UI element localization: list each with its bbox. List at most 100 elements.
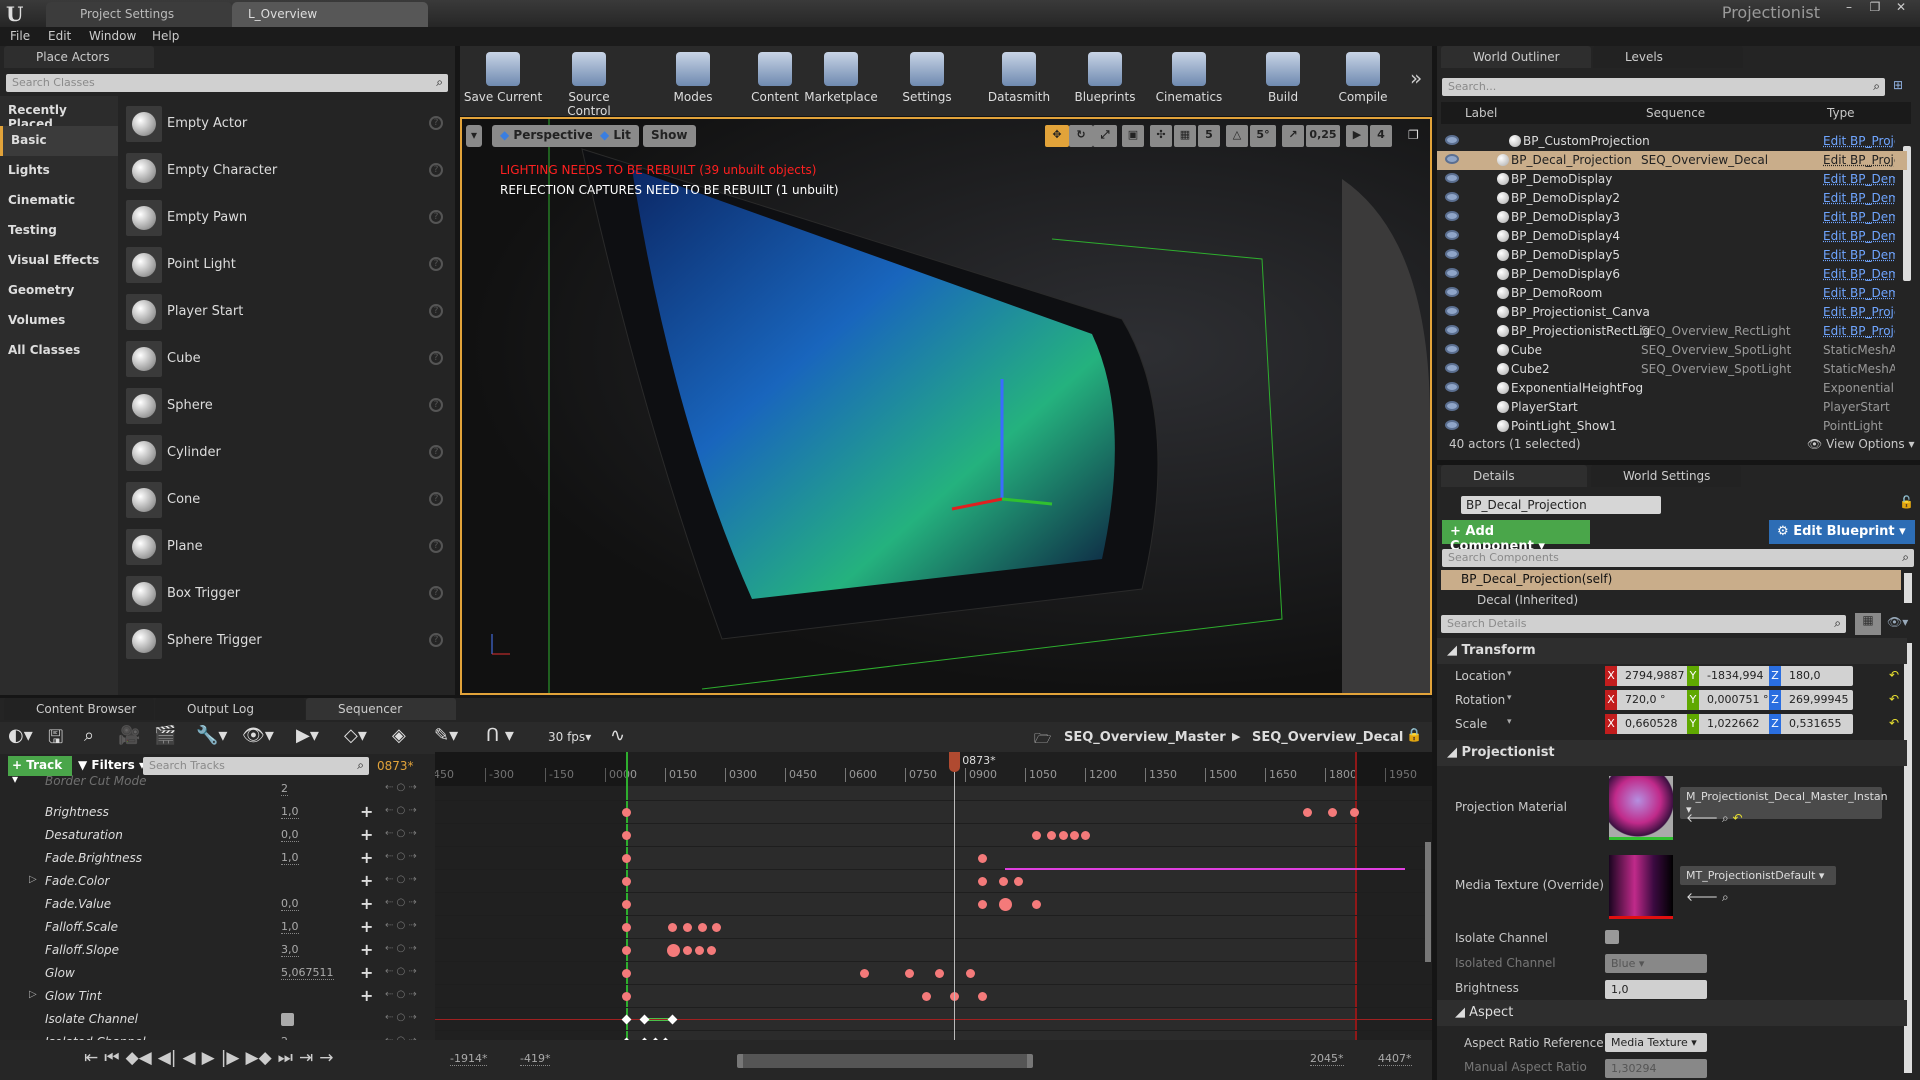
outliner-row[interactable]: BP_DemoDisplay5 Edit BP_Dem — [1437, 246, 1907, 265]
timeline-scrollbar[interactable] — [737, 1054, 1033, 1068]
loop-icon[interactable]: → — [319, 1048, 333, 1068]
manual-aspect-ratio-field[interactable]: 1,30294 — [1605, 1059, 1707, 1078]
tab-world-outliner[interactable]: World Outliner — [1441, 46, 1591, 68]
actor-item-cube[interactable]: Cube? — [124, 337, 449, 384]
brightness-field[interactable]: 1,0 — [1605, 980, 1707, 999]
help-icon[interactable]: ? — [429, 210, 443, 224]
keyframe[interactable] — [1303, 808, 1312, 817]
track-checkbox[interactable] — [281, 1013, 294, 1026]
outliner-row[interactable]: BP_ProjectionistRectLig SEQ_Overview_Rect… — [1437, 322, 1907, 341]
keyframe[interactable] — [905, 969, 914, 978]
playhead-line[interactable] — [954, 752, 956, 1040]
track-row-fade-value[interactable]: Fade.Value 0,0 + ⇠ ○ ⇢ — [0, 893, 430, 916]
actor-item-sphere-trigger[interactable]: Sphere Trigger? — [124, 619, 449, 666]
eye-icon[interactable] — [1445, 363, 1459, 373]
eye-icon[interactable] — [1445, 268, 1459, 278]
camera-speed[interactable]: 4 — [1370, 125, 1392, 147]
add-key-icon[interactable]: + — [360, 871, 373, 890]
rotation-snap-icon[interactable]: △ — [1226, 125, 1248, 147]
add-key-icon[interactable]: + — [360, 848, 373, 867]
add-folder-icon[interactable]: ⊞ — [1893, 78, 1903, 92]
track-value[interactable]: 5,067511 — [281, 966, 334, 980]
breadcrumb-decal[interactable]: SEQ_Overview_Decal — [1252, 730, 1403, 745]
key-navigation-icon[interactable]: ⇠ ○ ⇢ — [385, 851, 417, 862]
track-value[interactable]: 3,0 — [281, 943, 299, 957]
reset-icon[interactable]: ↶ — [1889, 692, 1899, 706]
view-eye-icon[interactable]: 👁▾ — [242, 725, 274, 746]
add-key-icon[interactable]: + — [360, 940, 373, 959]
outliner-row[interactable]: BP_DemoDisplay Edit BP_Dem — [1437, 170, 1907, 189]
help-icon[interactable]: ? — [429, 116, 443, 130]
play-reverse-icon[interactable]: ◀ — [183, 1048, 196, 1068]
working-end-field[interactable]: 2045* — [1310, 1052, 1344, 1066]
actor-item-empty-pawn[interactable]: Empty Pawn? — [124, 196, 449, 243]
property-matrix-icon[interactable]: ▦ — [1855, 613, 1881, 635]
track-row-glow-tint[interactable]: ▷ Glow Tint + ⇠ ○ ⇢ — [0, 985, 430, 1008]
actor-item-sphere[interactable]: Sphere? — [124, 384, 449, 431]
add-key-icon[interactable]: + — [360, 894, 373, 913]
settings-wrench-icon[interactable]: 🔧▾ — [196, 725, 227, 746]
play-options-icon[interactable]: ▶▾ — [296, 725, 319, 746]
help-icon[interactable]: ? — [429, 586, 443, 600]
keyframe[interactable] — [966, 969, 976, 978]
show-button[interactable]: Show — [643, 125, 696, 147]
track-value[interactable]: 0,0 — [281, 897, 299, 911]
actor-item-empty-character[interactable]: Empty Character? — [124, 149, 449, 196]
outliner-row[interactable]: BP_Decal_Projection SEQ_Overview_Decal Edi… — [1437, 151, 1907, 170]
tab-l-overview[interactable]: L_Overview — [232, 2, 428, 27]
keyframe[interactable] — [1328, 808, 1338, 817]
track-value[interactable]: 2 — [281, 782, 288, 796]
eye-icon[interactable] — [1445, 306, 1459, 316]
outliner-row[interactable]: Cube2 SEQ_Overview_SpotLight StaticMeshAc — [1437, 360, 1907, 379]
keyframe[interactable] — [1032, 831, 1042, 840]
material-thumbnail[interactable] — [1609, 776, 1673, 840]
isolated-channel-dropdown[interactable]: Blue ▾ — [1605, 954, 1707, 973]
eye-icon[interactable] — [1445, 173, 1459, 183]
tab-details[interactable]: Details — [1441, 465, 1587, 487]
track-row-falloff-scale[interactable]: Falloff.Scale 1,0 + ⇠ ○ ⇢ — [0, 916, 430, 939]
help-icon[interactable]: ? — [429, 445, 443, 459]
render-icon[interactable]: 🎬 — [154, 725, 176, 746]
view-options-button[interactable]: 👁 View Options ▾ — [1807, 437, 1915, 451]
lit-button[interactable]: ◆ Lit — [592, 125, 639, 147]
actor-item-empty-actor[interactable]: Empty Actor? — [124, 102, 449, 149]
prev-key-block-icon[interactable]: ⏮ — [104, 1048, 119, 1068]
add-key-icon[interactable]: + — [360, 825, 373, 844]
scale-z-field[interactable]: Z 0,531655 — [1769, 714, 1853, 734]
eye-icon[interactable] — [1445, 249, 1459, 259]
track-row-brightness[interactable]: Brightness 1,0 + ⇠ ○ ⇢ — [0, 801, 430, 824]
lock-icon[interactable]: 🔓 — [1899, 495, 1914, 509]
breadcrumb-master[interactable]: SEQ_Overview_Master — [1064, 730, 1226, 745]
column-type[interactable]: Type — [1827, 106, 1855, 120]
help-icon[interactable]: ? — [429, 398, 443, 412]
working-start-field[interactable]: -419* — [520, 1052, 551, 1066]
outliner-row[interactable]: Cube SEQ_Overview_SpotLight StaticMeshAc — [1437, 341, 1907, 360]
next-key-icon[interactable]: ▶◆ — [246, 1048, 272, 1068]
actor-type[interactable]: Edit BP_Dem — [1823, 229, 1895, 243]
add-key-icon[interactable]: + — [360, 963, 373, 982]
outliner-row[interactable]: PointLight_Show1 PointLight — [1437, 417, 1907, 436]
scale-icon[interactable]: ⤢ — [1093, 125, 1117, 147]
track-value[interactable]: 0,0 — [281, 828, 299, 842]
actor-item-player-start[interactable]: Player Start? — [124, 290, 449, 337]
keyframe[interactable] — [621, 923, 631, 932]
play-icon[interactable]: ▶ — [202, 1048, 215, 1068]
keyframe[interactable] — [621, 877, 631, 886]
eye-icon[interactable] — [1445, 382, 1459, 392]
help-icon[interactable]: ? — [429, 539, 443, 553]
edit-pencil-icon[interactable]: ✎▾ — [434, 725, 458, 746]
actor-item-point-light[interactable]: Point Light? — [124, 243, 449, 290]
component-self[interactable]: BP_Decal_Projection(self) — [1441, 570, 1901, 590]
keyframe[interactable] — [1070, 831, 1080, 840]
menu-edit[interactable]: Edit — [48, 29, 71, 43]
key-navigation-icon[interactable]: ⇠ ○ ⇢ — [385, 805, 417, 816]
actor-item-plane[interactable]: Plane? — [124, 525, 449, 572]
add-key-icon[interactable]: + — [360, 802, 373, 821]
expand-icon[interactable]: ▷ — [29, 989, 37, 1000]
key-navigation-icon[interactable]: ⇠ ○ ⇢ — [385, 782, 417, 793]
outliner-row[interactable]: BP_CustomProjection Edit BP_Proje — [1437, 132, 1907, 151]
track-row-glow[interactable]: Glow 5,067511 + ⇠ ○ ⇢ — [0, 962, 430, 985]
outliner-row[interactable]: BP_DemoDisplay3 Edit BP_Dem — [1437, 208, 1907, 227]
keyframe[interactable] — [978, 854, 988, 863]
more-tools-button[interactable]: » — [1410, 66, 1422, 90]
